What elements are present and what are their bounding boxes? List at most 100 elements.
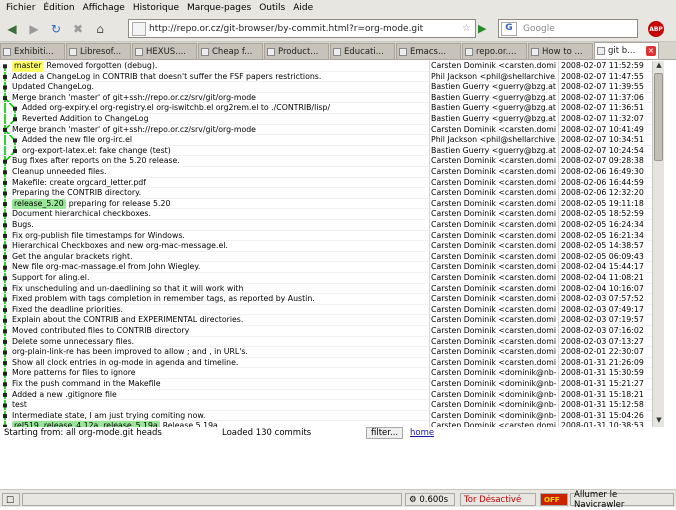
commit-row[interactable]: Bugs. Carsten Dominik <carsten.dominik 200… xyxy=(0,220,664,231)
commit-row[interactable]: org-plain-link-re has been improved to a… xyxy=(0,347,664,358)
commit-message[interactable]: Fix org-publish file timestamps for Wind… xyxy=(12,231,426,242)
commit-message[interactable]: Get the angular brackets right. xyxy=(12,252,426,263)
commit-message[interactable]: More patterns for files to ignore xyxy=(12,368,426,379)
bookmark-star-icon[interactable]: ☆ xyxy=(462,23,471,34)
commit-row[interactable]: Intermediate state, I am just trying com… xyxy=(0,410,664,422)
commit-row[interactable]: Fix org-publish file timestamps for Wind… xyxy=(0,230,664,242)
commit-message[interactable]: Bugs. xyxy=(12,220,426,231)
commit-row[interactable]: release_5.20 preparing for release 5.20 Ca… xyxy=(0,198,664,210)
commit-row[interactable]: Moved contributed files to CONTRIB direc… xyxy=(0,326,664,337)
commit-message[interactable]: New file org-mac-massage.el from John Wi… xyxy=(12,262,426,273)
commit-message[interactable]: org-export-latex.el: fake change (test) xyxy=(22,146,436,157)
tab-1[interactable]: Libresof... xyxy=(66,43,131,59)
tab-0[interactable]: Exhibiti... xyxy=(0,43,65,59)
reload-button[interactable]: ↻ xyxy=(46,19,66,39)
menu-item-1[interactable]: Édition xyxy=(39,3,78,13)
commit-row[interactable]: Added org-expiry.el org-registry.el org-… xyxy=(0,103,664,114)
commit-row[interactable]: Added a new .gitignore file Carsten Domin… xyxy=(0,389,664,401)
scroll-thumb[interactable] xyxy=(654,73,663,161)
commit-message[interactable]: Intermediate state, I am just trying com… xyxy=(12,411,426,422)
menu-item-3[interactable]: Historique xyxy=(129,3,183,13)
commit-row[interactable]: Fixed problem with tags completion in re… xyxy=(0,294,664,305)
go-button[interactable]: ▶ xyxy=(478,22,492,36)
url-bar[interactable]: http://repo.or.cz/git-browser/by-commit.… xyxy=(128,19,476,38)
commit-message[interactable]: Delete some unnecessary files. xyxy=(12,337,426,348)
commit-message[interactable]: Fixed the deadline priorities. xyxy=(12,305,426,316)
commit-row[interactable]: Support for aling.el. Carsten Dominik <ca… xyxy=(0,273,664,284)
menu-item-4[interactable]: Marque-pages xyxy=(183,3,255,13)
commit-message[interactable]: Makefile: create orgcard_letter.pdf xyxy=(12,178,426,189)
commit-row[interactable]: Fix the push command in the Makefile Cars… xyxy=(0,379,664,390)
commit-message[interactable]: org-plain-link-re has been improved to a… xyxy=(12,347,426,358)
commit-row[interactable]: Explain about the CONTRIB and EXPERIMENT… xyxy=(0,315,664,326)
commit-message[interactable]: Cleanup unneeded files. xyxy=(12,167,426,178)
menu-item-2[interactable]: Affichage xyxy=(79,3,129,13)
close-tab-icon[interactable]: × xyxy=(646,46,656,56)
commit-row[interactable]: Merge branch 'master' of git+ssh://repo.… xyxy=(0,124,664,136)
commit-message[interactable]: Show all clock entries in og-mode in age… xyxy=(12,358,426,369)
navicrawler-off-icon[interactable]: OFF xyxy=(540,493,568,506)
ref-tag[interactable]: master xyxy=(12,61,44,72)
menu-item-6[interactable]: Aide xyxy=(289,3,317,13)
commit-row[interactable]: Preparing the CONTRIB directory. Carsten … xyxy=(0,188,664,199)
commit-message[interactable]: Added a ChangeLog in CONTRIB that doesn'… xyxy=(12,72,426,83)
commit-message[interactable]: Fixed problem with tags completion in re… xyxy=(12,294,426,305)
commit-message[interactable]: Moved contributed files to CONTRIB direc… xyxy=(12,326,426,337)
commit-row[interactable]: Reverted Addition to ChangeLog Bastien Gu… xyxy=(0,114,664,125)
tab-5[interactable]: Educati... xyxy=(330,43,395,59)
commit-message[interactable]: Merge branch 'master' of git+ssh://repo.… xyxy=(12,93,426,104)
scroll-down-icon[interactable]: ▼ xyxy=(653,416,665,427)
commit-row[interactable]: Merge branch 'master' of git+ssh://repo.… xyxy=(0,92,664,104)
commit-row[interactable]: More patterns for files to ignore Carsten… xyxy=(0,368,664,379)
commit-message[interactable]: Reverted Addition to ChangeLog xyxy=(22,114,436,125)
scroll-up-icon[interactable]: ▲ xyxy=(653,61,665,72)
commit-message[interactable]: release_5.20 preparing for release 5.20 xyxy=(12,198,426,210)
commit-row[interactable]: Fixed the deadline priorities. Carsten Do… xyxy=(0,304,664,316)
commit-row[interactable]: Fix unscheduling and un-daedlining so th… xyxy=(0,283,664,295)
stop-button[interactable]: ✖ xyxy=(68,19,88,39)
commit-message[interactable]: Added the new file org-irc.el xyxy=(22,135,436,146)
commit-row[interactable]: Hierarchical Checkboxes and new org-mac-… xyxy=(0,241,664,252)
commit-message[interactable]: Merge branch 'master' of git+ssh://repo.… xyxy=(12,125,426,136)
commit-row[interactable]: Delete some unnecessary files. Carsten Do… xyxy=(0,336,664,348)
commit-message[interactable]: Explain about the CONTRIB and EXPERIMENT… xyxy=(12,315,426,326)
commit-row[interactable]: Updated ChangeLog. Bastien Guerry <guerry… xyxy=(0,82,664,93)
commit-message[interactable]: Support for aling.el. xyxy=(12,273,426,284)
commit-message[interactable]: Added a new .gitignore file xyxy=(12,390,426,401)
commit-message[interactable]: master Removed forgotten (debug). xyxy=(12,61,426,72)
commit-row[interactable]: Show all clock entries in og-mode in age… xyxy=(0,357,664,369)
filter-button[interactable]: filter... xyxy=(366,427,404,439)
home-link[interactable]: home xyxy=(410,428,434,438)
tor-status[interactable]: Tor Désactivé xyxy=(460,493,536,506)
tab-3[interactable]: Cheap f... xyxy=(198,43,263,59)
commit-message[interactable]: Added org-expiry.el org-registry.el org-… xyxy=(22,103,436,114)
commit-message[interactable]: Hierarchical Checkboxes and new org-mac-… xyxy=(12,241,426,252)
commit-message[interactable]: Preparing the CONTRIB directory. xyxy=(12,188,426,199)
tab-6[interactable]: Emacs... xyxy=(396,43,461,59)
commit-row[interactable]: New file org-mac-massage.el from John Wi… xyxy=(0,262,664,273)
commit-row[interactable]: Document hierarchical checkboxes. Carsten… xyxy=(0,209,664,220)
status-indicator-icon[interactable]: □ xyxy=(2,493,20,506)
home-icon[interactable]: ⌂ xyxy=(90,19,110,39)
tab-2[interactable]: HEXUS.... xyxy=(132,43,197,59)
commit-message[interactable]: test xyxy=(12,400,426,411)
search-engine-icon[interactable]: G xyxy=(501,21,517,36)
commit-row[interactable]: org-export-latex.el: fake change (test) B… xyxy=(0,145,664,157)
navicrawler-toggle[interactable]: Allumer le Navicrawler xyxy=(570,490,674,510)
menu-item-5[interactable]: Outils xyxy=(255,3,289,13)
commit-row[interactable]: master Removed forgotten (debug). Carsten … xyxy=(0,61,664,72)
commit-message[interactable]: Fix the push command in the Makefile xyxy=(12,379,426,390)
commit-row[interactable]: Cleanup unneeded files. Carsten Dominik <… xyxy=(0,167,664,178)
vertical-scrollbar[interactable]: ▲ ▼ xyxy=(652,61,664,427)
tab-7[interactable]: repo.or.... xyxy=(462,43,527,59)
ref-tag[interactable]: release_5.20 xyxy=(12,198,66,210)
commit-row[interactable]: Bug fixes after reports on the 5.20 rele… xyxy=(0,156,664,167)
commit-message[interactable]: Fix unscheduling and un-daedlining so th… xyxy=(12,284,426,295)
forward-button[interactable]: ▶ xyxy=(24,19,44,39)
tab-8[interactable]: How to ... xyxy=(528,43,593,59)
commit-row[interactable]: test Carsten Dominik <dominik@nb-dor 2008-… xyxy=(0,400,664,411)
commit-message[interactable]: Bug fixes after reports on the 5.20 rele… xyxy=(12,156,426,167)
commit-row[interactable]: Added a ChangeLog in CONTRIB that doesn'… xyxy=(0,71,664,83)
commit-row[interactable]: Makefile: create orgcard_letter.pdf Carst… xyxy=(0,177,664,189)
commit-row[interactable]: Added the new file org-irc.el Phil Jackso… xyxy=(0,135,664,146)
